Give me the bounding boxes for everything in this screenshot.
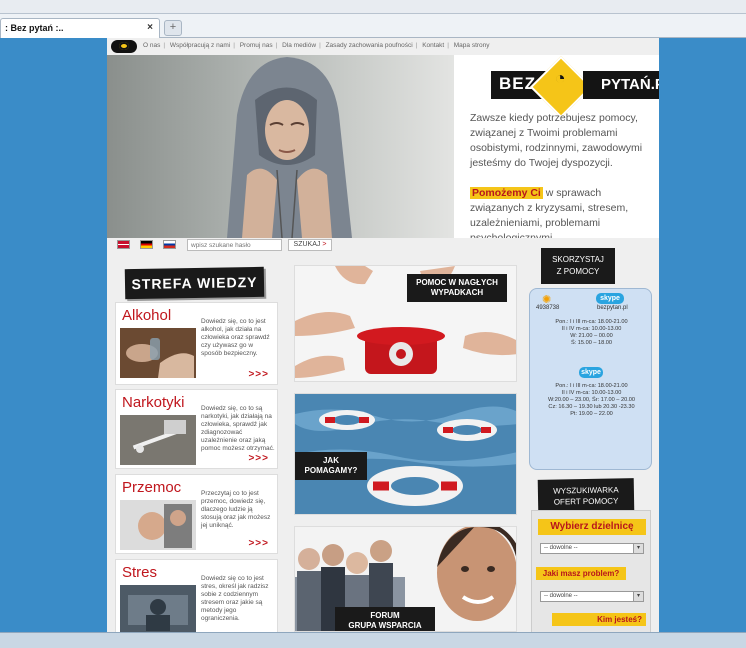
card-description: Dowiedz się co to jest stres, określ jak… [201, 575, 269, 622]
skorzystaj-line1: SKORZYSTAJ [552, 255, 604, 264]
tile-label: POMOC W NAGŁYCH WYPADKACH [407, 274, 507, 302]
logo-pytan: PYTAŃ.PL [583, 71, 659, 99]
nav-link-mapa[interactable]: Mapa strony [454, 42, 490, 49]
skorzystaj-line2: Z POMOCY [556, 267, 600, 276]
gg-hours-line: Ś: 15.00 – 18.00 [570, 340, 613, 346]
skype-name[interactable]: bezpytan.pl [597, 305, 628, 311]
hero-banner: BEZ ◔ PYTAŃ.PL Zawsze kiedy potrzebujesz… [107, 55, 659, 244]
tile-pomoc-w-naglych[interactable]: POMOC W NAGŁYCH WYPADKACH [294, 265, 517, 382]
top-navigation: O nas | Współpracują z nami | Promuj nas | … [107, 38, 659, 55]
tile-label: JAK POMAGAMY? [295, 452, 367, 480]
card-title[interactable]: Narkotyki [122, 394, 185, 411]
eye-logo-icon[interactable] [111, 40, 137, 53]
district-select[interactable]: -- dowolne -- ▾ [540, 543, 644, 554]
wyszukiwarka-line1: WYSZUKIWARKA [553, 485, 619, 496]
tile-label-line2: GRUPA WSPARCIA [348, 621, 422, 630]
nav-link-kontakt[interactable]: Kontakt [422, 42, 444, 49]
skorzystaj-heading: SKORZYSTAJ Z POMOCY [541, 248, 615, 284]
hero-text: Zawsze kiedy potrzebujesz pomocy, związa… [470, 112, 643, 169]
nav-link-o-nas[interactable]: O nas [143, 42, 160, 49]
hero-text-help: Pomożemy Ci w sprawach związanych z kryz… [470, 186, 656, 246]
skype-hours-line: Pon.: I i III m-ca: 18.00-21.00 [555, 383, 628, 389]
card-description: Przeczytaj co to jest przemoc, dowiedz s… [201, 490, 271, 529]
bezpytan-logo[interactable]: BEZ ◔ PYTAŃ.PL [491, 55, 659, 119]
contact-hours-box: ✺ 4938738 skype bezpytan.pl Pon.: I i II… [529, 288, 652, 470]
gg-hours: Pon.: I i III m-ca: 18.00-21.00 II i IV … [530, 319, 653, 347]
skype-hours-line: Cz: 16.30 – 19.30 lub 20.30 -23.30 [548, 404, 635, 410]
gg-hours-line: II i IV m-ca: 10.00-13.00 [561, 326, 622, 332]
card-przemoc[interactable]: Przemoc Przeczytaj co to jest przemoc, d… [115, 474, 278, 554]
wybierz-dzielnice-label: Wybierz dzielnicę [538, 519, 646, 535]
skype-hours-line: Pt: 19.00 – 22.00 [570, 411, 613, 417]
select-value: -- dowolne -- [544, 545, 578, 551]
browser-tab[interactable]: : Bez pytań :.. × [0, 18, 160, 38]
tile-jak-pomagamy[interactable]: JAK POMAGAMY? [294, 393, 517, 515]
alkohol-image [120, 328, 196, 378]
card-alkohol[interactable]: Alkohol Dowiedz się, co to jest alkohol,… [115, 302, 278, 385]
tile-label-line1: FORUM [370, 611, 400, 620]
flag-ru-icon[interactable] [163, 240, 176, 249]
close-icon[interactable]: × [147, 22, 153, 33]
more-link[interactable]: >>> [248, 453, 269, 464]
card-title[interactable]: Przemoc [122, 479, 181, 496]
nav-link-poufnosc[interactable]: Zasady zachowania poufności [326, 42, 413, 49]
card-title[interactable]: Stres [122, 564, 157, 581]
tab-bar: : Bez pytań :.. × + [0, 14, 746, 38]
skype-hours: Pon.: I i III m-ca: 18.00-21.00 II i IV … [530, 383, 653, 418]
stres-image [120, 585, 196, 632]
tab-title: : Bez pytań :.. [5, 23, 64, 33]
web-page: O nas | Współpracują z nami | Promuj nas | … [107, 38, 659, 632]
przemoc-image [120, 500, 196, 550]
card-description: Dowiedz się, co to są narkotyki, jak dzi… [201, 405, 275, 452]
nav-links: O nas | Współpracują z nami | Promuj nas | … [143, 42, 490, 49]
new-tab-button[interactable]: + [164, 20, 182, 36]
hero-highlight: Pomożemy Ci [470, 187, 543, 199]
nav-link-wspolpracuja[interactable]: Współpracują z nami [170, 42, 230, 49]
jaki-problem-label: Jaki masz problem? [536, 567, 626, 580]
gg-hours-line: W: 21.00 – 00.00 [570, 333, 613, 339]
chevron-down-icon[interactable]: ▾ [633, 544, 643, 553]
card-description: Dowiedz się, co to jest alkohol, jak dzi… [201, 318, 270, 357]
skype-icon-2[interactable]: skype [579, 367, 603, 378]
nav-link-promuj[interactable]: Promuj nas [240, 42, 273, 49]
card-title[interactable]: Alkohol [122, 307, 171, 324]
card-narkotyki[interactable]: Narkotyki Dowiedz się, co to są narkotyk… [115, 389, 278, 469]
select-value: -- dowolne -- [544, 593, 578, 599]
search-input[interactable] [187, 239, 282, 251]
search-button-label: SZUKAJ [293, 241, 321, 248]
problem-select[interactable]: -- dowolne -- ▾ [540, 591, 644, 602]
kim-jestes-label: Kim jesteś? [552, 613, 646, 626]
hero-photo [107, 55, 454, 238]
chevron-down-icon[interactable]: ▾ [633, 592, 643, 601]
gg-hours-line: Pon.: I i III m-ca: 18.00-21.00 [555, 319, 628, 325]
search-button[interactable]: SZUKAJ > [288, 239, 332, 251]
wyszukiwarka-heading: WYSZUKIWARKA OFERT POMOCY [537, 478, 635, 514]
browser-toolbar [0, 0, 746, 14]
wyszukiwarka-line2: OFERT POMOCY [553, 496, 619, 507]
taskbar [0, 632, 746, 648]
skype-hours-line: W:20.00 – 23.00, Śr: 17.00 – 20.00 [548, 397, 635, 403]
skype-icon[interactable]: skype [596, 293, 624, 304]
tile-label: FORUM GRUPA WSPARCIA [335, 607, 435, 631]
gg-number[interactable]: 4938738 [536, 305, 559, 311]
more-link[interactable]: >>> [248, 538, 269, 549]
offer-search-form: Wybierz dzielnicę -- dowolne -- ▾ Jaki ma… [531, 510, 651, 632]
search-arrow: > [322, 241, 327, 248]
strefa-wiedzy-heading: STREFA WIEDZY [124, 266, 265, 300]
nav-link-media[interactable]: Dla mediów [282, 42, 316, 49]
hooded-man-illustration [227, 57, 352, 238]
more-link[interactable]: >>> [248, 369, 269, 380]
flag-uk-icon[interactable] [117, 240, 130, 249]
narkotyki-image [120, 415, 196, 465]
tile-forum[interactable]: FORUM GRUPA WSPARCIA [294, 526, 517, 632]
skype-hours-line: II i IV m-ca: 10.00-13.00 [561, 390, 622, 396]
card-stres[interactable]: Stres Dowiedz się co to jest stres, okre… [115, 559, 278, 632]
flag-de-icon[interactable] [140, 240, 153, 249]
